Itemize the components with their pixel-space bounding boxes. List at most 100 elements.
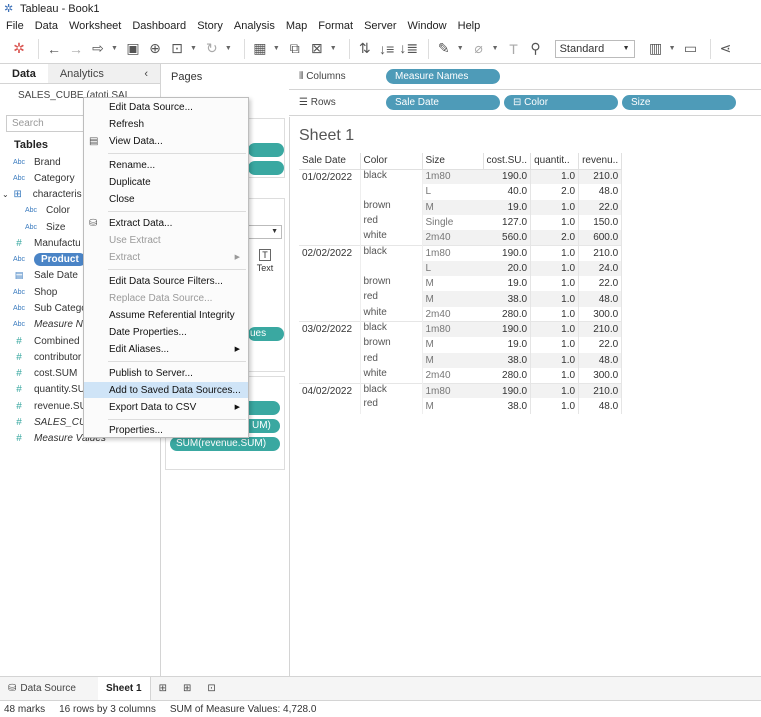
field-product[interactable]: Abc Product	[12, 251, 86, 267]
cell-color[interactable]: brown	[360, 199, 423, 215]
cell-revenue[interactable]: 48.0	[578, 352, 623, 368]
header-revenue[interactable]: revenu..	[578, 153, 623, 170]
cell-quantity[interactable]: 1.0	[530, 398, 580, 414]
cell-color[interactable]: red	[360, 398, 423, 414]
cell-size[interactable]: M	[422, 276, 483, 291]
cell-size[interactable]: 2m40	[422, 230, 483, 246]
hierarchy-collapse-icon[interactable]: ⊟	[513, 97, 524, 108]
cell-color[interactable]: red	[360, 214, 423, 231]
field-sale-date[interactable]: ▤ Sale Date	[12, 267, 78, 283]
mv-pill-revenue[interactable]: SUM(revenue.SUM)	[170, 437, 280, 451]
menu-story[interactable]: Story	[197, 20, 223, 32]
cell-quantity[interactable]: 1.0	[530, 306, 580, 322]
replay-icon[interactable]: ⇨	[89, 40, 107, 58]
cell-color[interactable]: white	[360, 367, 423, 384]
field-sales-cube-count[interactable]: # SALES_CU	[12, 414, 86, 430]
new-story-icon[interactable]: ⊡	[199, 677, 223, 701]
cell-revenue[interactable]: 22.0	[578, 199, 623, 215]
share-icon[interactable]: ⋖	[717, 40, 735, 58]
duplicate-sheet-icon[interactable]: ⧉	[286, 40, 304, 58]
new-datasource-icon[interactable]: ⊕	[146, 40, 164, 58]
header-sale-date[interactable]: Sale Date	[299, 153, 361, 170]
menu-refresh[interactable]: Refresh	[84, 116, 248, 132]
cell-quantity[interactable]: 2.0	[530, 184, 580, 200]
sort-descending-icon[interactable]: ↓≣	[399, 40, 418, 58]
menu-file[interactable]: File	[6, 20, 24, 32]
field-sub-category[interactable]: Abc Sub Catego	[12, 300, 87, 316]
header-quantity[interactable]: quantit..	[530, 153, 580, 170]
cell-color[interactable]: black	[360, 168, 423, 200]
new-dashboard-icon[interactable]: ⊞	[175, 677, 199, 701]
cell-color[interactable]: brown	[360, 276, 423, 292]
cell-revenue[interactable]: 48.0	[578, 291, 623, 307]
cell-size[interactable]: L	[422, 260, 483, 277]
cell-size[interactable]: 2m40	[422, 368, 483, 383]
save-icon[interactable]: ▣	[124, 40, 142, 58]
cell-quantity[interactable]: 1.0	[530, 337, 580, 353]
swap-rows-columns-icon[interactable]: ⇅	[356, 40, 374, 58]
cell-revenue[interactable]: 210.0	[578, 244, 623, 261]
header-cost[interactable]: cost.SU..	[483, 153, 532, 170]
menu-worksheet[interactable]: Worksheet	[69, 20, 121, 32]
cell-size[interactable]: 1m80	[422, 244, 483, 261]
field-shop[interactable]: Abc Shop	[12, 284, 57, 300]
cell-size[interactable]: M	[422, 337, 483, 352]
tab-analytics[interactable]: Analytics ‹	[47, 64, 160, 83]
cell-color[interactable]: white	[360, 306, 423, 322]
menu-export-data-to-csv[interactable]: Export Data to CSV ▶	[84, 399, 248, 415]
cell-revenue[interactable]: 22.0	[578, 337, 623, 353]
cell-quantity[interactable]: 1.0	[530, 260, 580, 277]
presentation-mode-icon[interactable]: ▭	[682, 40, 700, 58]
cell-quantity[interactable]: 1.0	[530, 244, 580, 261]
undo-icon[interactable]: ←	[45, 40, 63, 58]
cell-cost[interactable]: 19.0	[483, 337, 532, 353]
measure-values-pill[interactable]: ues	[248, 327, 284, 341]
field-cost-sum[interactable]: # cost.SUM	[12, 365, 77, 381]
collapse-pane-icon[interactable]: ‹	[144, 68, 148, 80]
tab-data[interactable]: Data	[0, 64, 48, 83]
cell-revenue[interactable]: 150.0	[578, 214, 623, 231]
cell-cost[interactable]: 40.0	[483, 184, 532, 200]
menu-server[interactable]: Server	[364, 20, 396, 32]
cell-quantity[interactable]: 1.0	[530, 367, 580, 384]
field-search-input[interactable]: Search	[6, 115, 86, 132]
cell-revenue[interactable]: 24.0	[578, 260, 623, 277]
chevron-down-icon[interactable]: ▼	[225, 45, 232, 52]
cell-size[interactable]: M	[422, 398, 483, 413]
pill-measure-names[interactable]: Measure Names	[386, 69, 500, 84]
cell-revenue[interactable]: 300.0	[578, 367, 623, 384]
cell-cost[interactable]: 19.0	[483, 199, 532, 215]
cell-quantity[interactable]: 2.0	[530, 230, 580, 246]
cell-size[interactable]: 1m80	[422, 321, 483, 338]
tableau-home-icon[interactable]: ✲	[10, 40, 28, 58]
tab-sheet-1[interactable]: Sheet 1	[98, 676, 151, 701]
cell-cost[interactable]: 190.0	[483, 382, 532, 399]
chevron-down-icon[interactable]: ▼	[111, 45, 118, 52]
field-manufacturer[interactable]: # Manufactu	[12, 235, 80, 251]
menu-map[interactable]: Map	[286, 20, 307, 32]
menu-dashboard[interactable]: Dashboard	[132, 20, 186, 32]
cell-quantity[interactable]: 1.0	[530, 352, 580, 368]
pill-color[interactable]: ⊟ Color	[504, 95, 618, 110]
header-size[interactable]: Size	[422, 153, 484, 170]
menu-edit-data-source[interactable]: Edit Data Source...	[84, 99, 248, 115]
cell-cost[interactable]: 38.0	[483, 352, 532, 368]
menu-use-extract[interactable]: Use Extract	[84, 232, 248, 248]
mark-type-dropdown[interactable]: ▼	[246, 225, 282, 239]
cell-color[interactable]: white	[360, 230, 423, 246]
menu-help[interactable]: Help	[458, 20, 481, 32]
group-members-icon[interactable]: ⌀	[470, 40, 488, 58]
field-contributors[interactable]: # contributor	[12, 349, 81, 365]
show-me-icon[interactable]: ▥	[647, 40, 665, 58]
field-combined[interactable]: # Combined	[12, 333, 79, 349]
cell-cost[interactable]: 20.0	[483, 260, 532, 277]
chevron-down-icon[interactable]: ▼	[492, 45, 499, 52]
cell-revenue[interactable]: 210.0	[578, 321, 623, 338]
filter-pill[interactable]	[248, 143, 284, 157]
cell-quantity[interactable]: 1.0	[530, 291, 580, 307]
cell-color[interactable]: brown	[360, 337, 423, 353]
menu-extract-data[interactable]: ⛁ Extract Data...	[84, 215, 248, 231]
field-characteristics[interactable]: ⌄ ⊞ characteris	[2, 186, 82, 202]
cell-color[interactable]: red	[360, 291, 423, 307]
cell-quantity[interactable]: 1.0	[530, 199, 580, 215]
